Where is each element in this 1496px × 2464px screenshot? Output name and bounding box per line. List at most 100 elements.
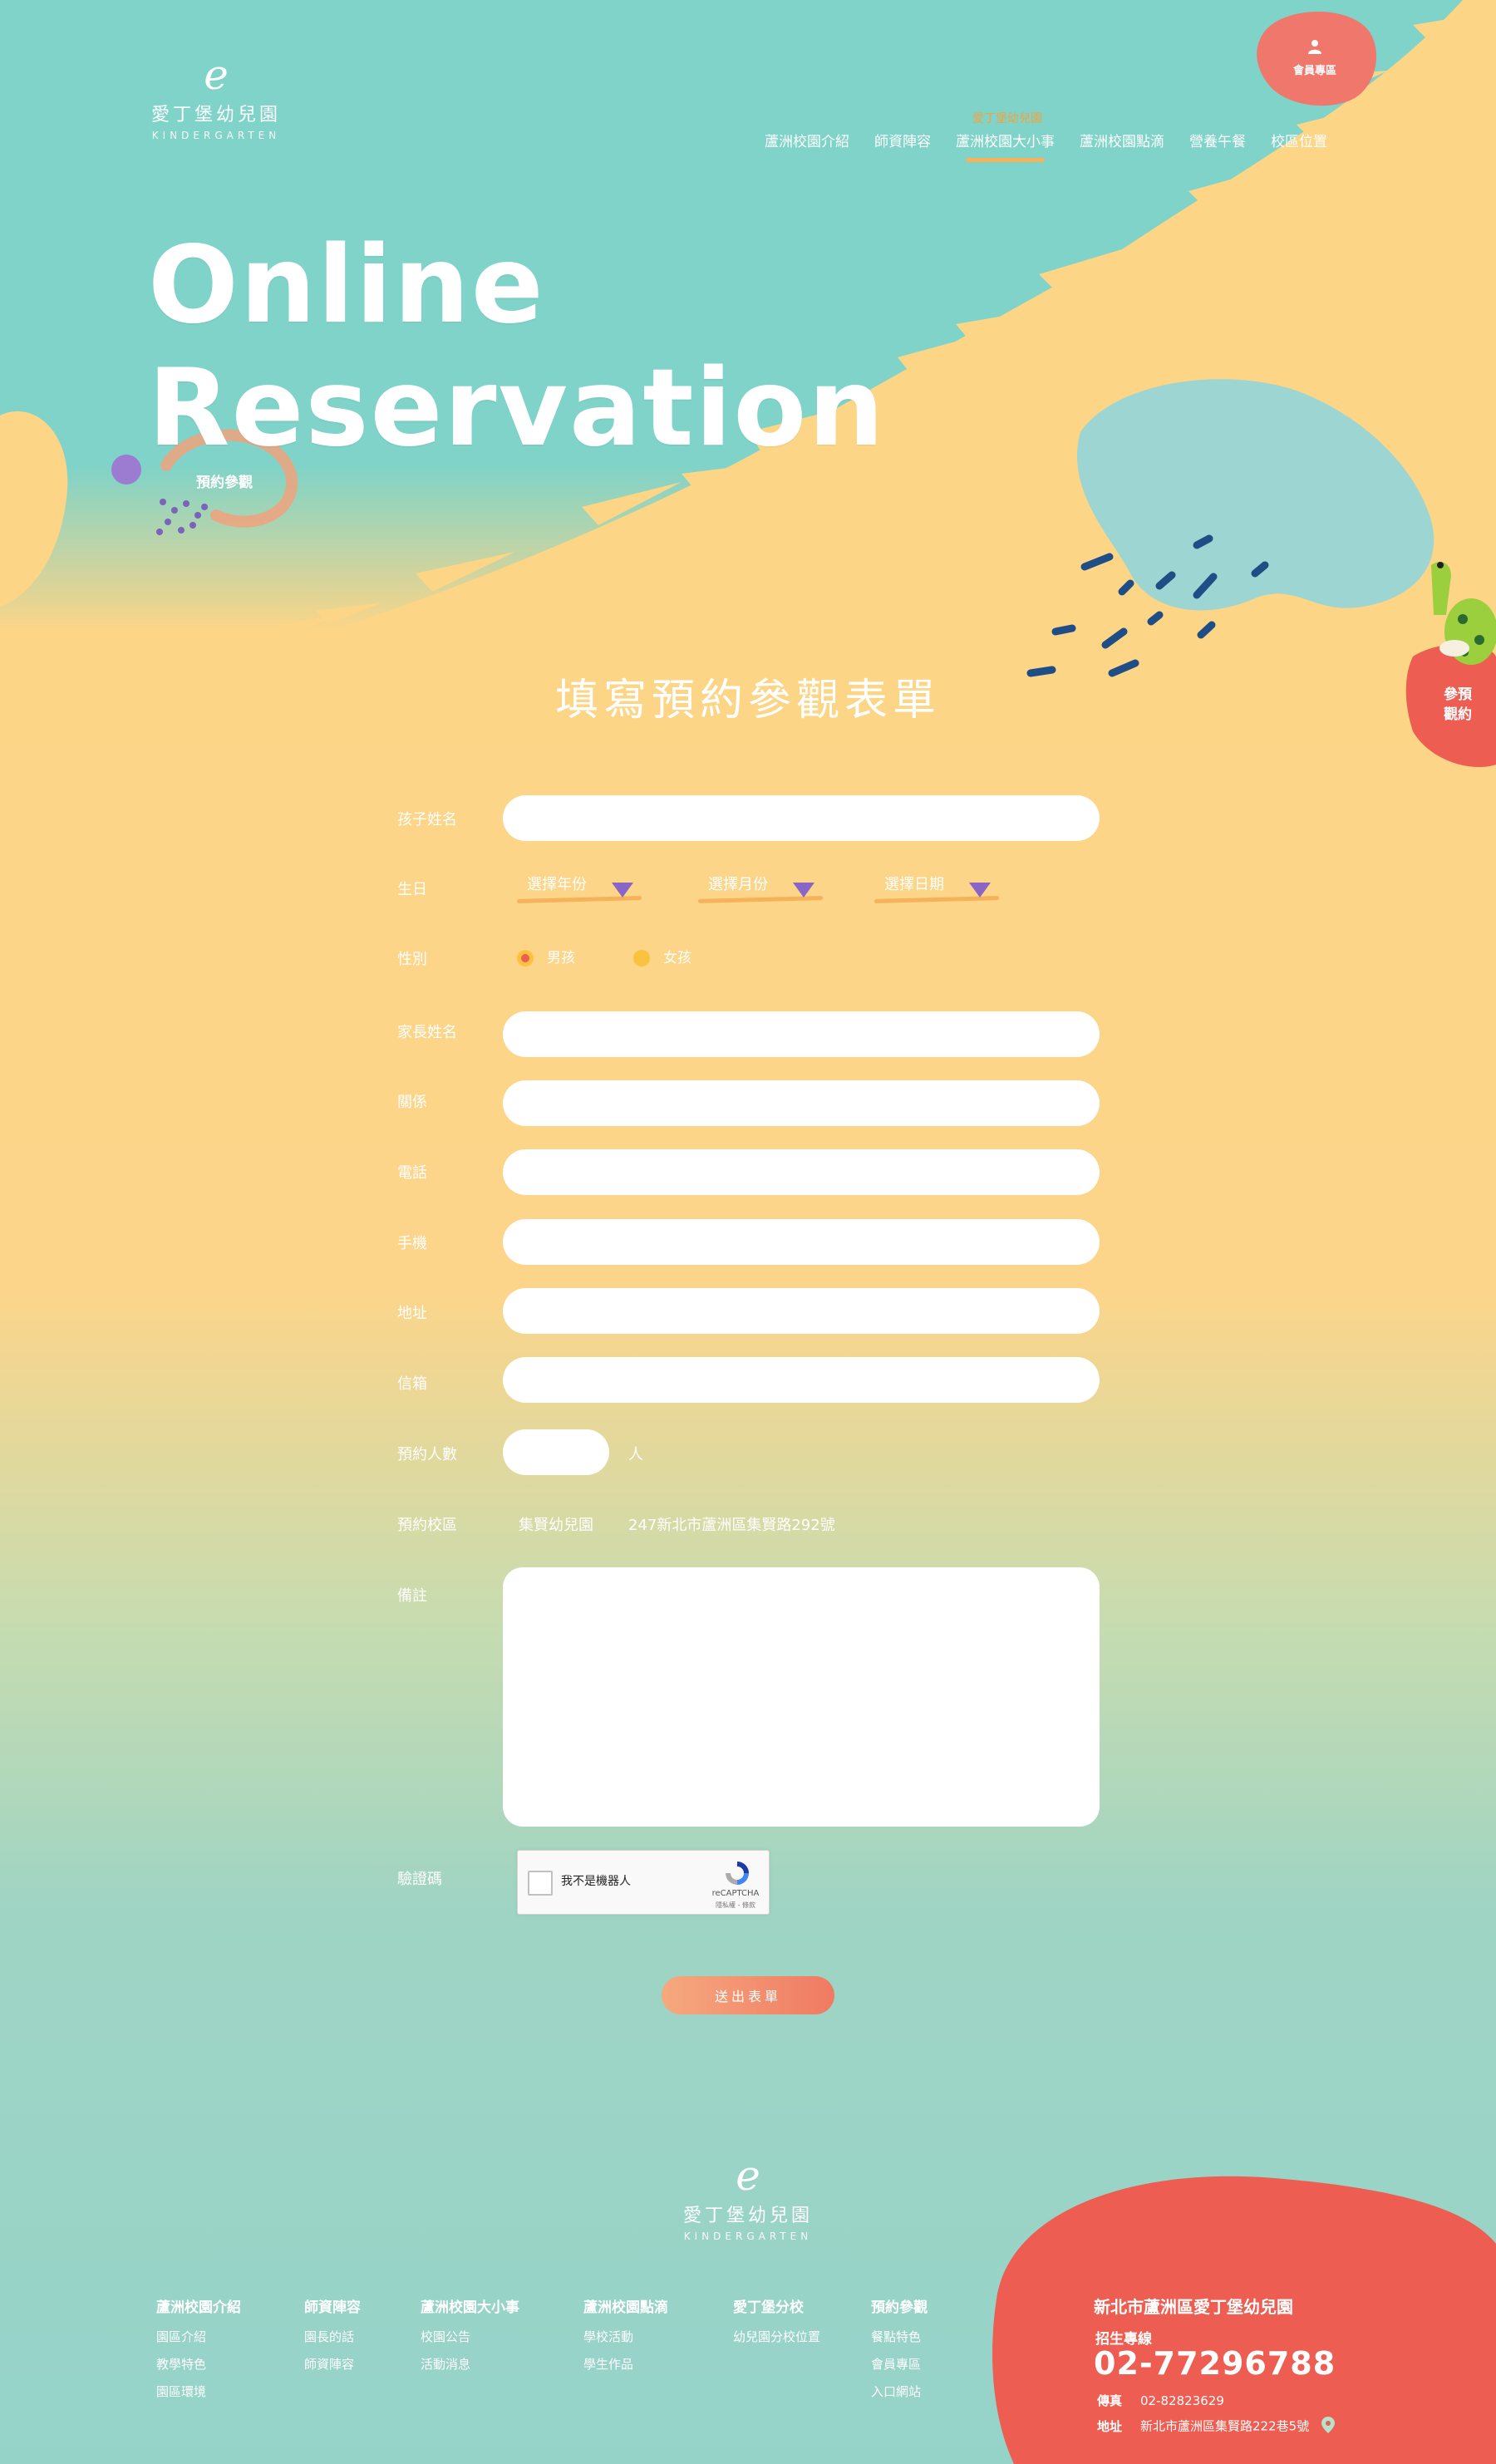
- footer-address-value: 新北市蘆洲區集賢路222巷5號: [1140, 2418, 1310, 2434]
- phone-label: 電話: [397, 1164, 427, 1182]
- birth-year-select[interactable]: 選擇年份: [516, 873, 642, 906]
- dropdown-arrow-icon: [793, 883, 814, 898]
- member-area-label: 會員專區: [1292, 65, 1336, 77]
- birth-year-value: 選擇年份: [527, 876, 587, 893]
- campus-name: 集賢幼兒園: [519, 1517, 593, 1534]
- footer-link[interactable]: 園區介紹: [156, 2328, 241, 2345]
- footer-logo-subtitle: KINDERGARTEN: [683, 2230, 813, 2242]
- mobile-input[interactable]: [503, 1219, 1100, 1265]
- form-title: 填寫預約參觀表單: [554, 676, 941, 725]
- birth-month-select[interactable]: 選擇月份: [697, 873, 824, 906]
- dropdown-arrow-icon: [969, 883, 991, 898]
- child-name-label: 孩子姓名: [397, 811, 457, 829]
- footer-link[interactable]: 教學特色: [156, 2355, 241, 2373]
- campus-label: 預約校區: [397, 1517, 457, 1534]
- logo-mark: e: [204, 51, 229, 99]
- footer-link[interactable]: 入口網站: [871, 2383, 928, 2400]
- radio-selected-icon: [517, 950, 534, 966]
- footer-col-teachers: 師資陣容 園長的話 師資陣容: [304, 2295, 361, 2383]
- footer-col-head[interactable]: 師資陣容: [304, 2295, 361, 2316]
- nav-item-campus-intro[interactable]: 蘆洲校園介紹: [765, 130, 849, 150]
- footer-col-campus-news: 蘆洲校園大小事 校園公告 活動消息: [421, 2295, 519, 2383]
- birthday-label: 生日: [397, 881, 427, 898]
- footer-col-head[interactable]: 蘆洲校園點滴: [583, 2295, 668, 2316]
- footer-link[interactable]: 學校活動: [583, 2328, 668, 2345]
- footer-address-label: 地址: [1097, 2418, 1123, 2434]
- count-input[interactable]: [503, 1429, 609, 1475]
- submit-button[interactable]: 送出表單: [662, 1976, 834, 2014]
- footer-logo-name: 愛丁堡幼兒園: [682, 2206, 813, 2226]
- footer-col-head[interactable]: 蘆洲校園大小事: [421, 2295, 519, 2316]
- parent-name-label: 家長姓名: [397, 1024, 457, 1041]
- hero-badge: 預約參觀: [196, 475, 253, 491]
- nav-item-campus-news[interactable]: 蘆洲校園大小事: [956, 130, 1055, 162]
- nav-item-teachers[interactable]: 師資陣容: [874, 130, 931, 150]
- radio-unselected-icon: [633, 950, 650, 966]
- recaptcha-checkbox[interactable]: [528, 1871, 553, 1896]
- birth-day-value: 選擇日期: [884, 876, 944, 893]
- footer-address: 地址 新北市蘆洲區集賢路222巷5號: [1097, 2417, 1335, 2437]
- location-pin-icon[interactable]: [1321, 2417, 1335, 2437]
- footer-link[interactable]: 校園公告: [421, 2328, 519, 2345]
- phone-input[interactable]: [503, 1149, 1100, 1195]
- address-label: 地址: [397, 1305, 427, 1322]
- main-nav: 蘆洲校園介紹 師資陣容 蘆洲校園大小事 蘆洲校園點滴 營養午餐 校區位置: [765, 130, 1327, 162]
- child-name-input[interactable]: [503, 795, 1100, 841]
- footer-col-reservation: 預約參觀 餐點特色 會員專區 入口網站: [871, 2295, 928, 2410]
- footer-contact-title: 新北市蘆洲區愛丁堡幼兒園: [1094, 2297, 1293, 2317]
- birth-day-select[interactable]: 選擇日期: [873, 873, 1000, 906]
- footer-logo-mark: e: [736, 2152, 760, 2200]
- dropdown-arrow-icon: [612, 883, 633, 898]
- footer-link[interactable]: 園區環境: [156, 2383, 241, 2400]
- recaptcha-brand: reCAPTCHA: [711, 1889, 760, 1898]
- nav-item-location[interactable]: 校區位置: [1271, 130, 1327, 150]
- gender-option-girl: 女孩: [663, 950, 691, 966]
- footer-link[interactable]: 園長的話: [304, 2328, 361, 2345]
- campus-address: 247新北市蘆洲區集賢路292號: [628, 1517, 835, 1534]
- gender-radio-boy[interactable]: 男孩: [517, 946, 575, 966]
- footer-logo[interactable]: e 愛丁堡幼兒園 KINDERGARTEN: [673, 2152, 823, 2242]
- parent-name-input[interactable]: [503, 1011, 1100, 1057]
- address-input[interactable]: [503, 1288, 1100, 1334]
- footer-fax-label: 傳真: [1097, 2393, 1123, 2408]
- email-input[interactable]: [503, 1357, 1100, 1403]
- footer-fax: 傳真 02-82823629: [1097, 2392, 1224, 2409]
- birth-month-value: 選擇月份: [708, 876, 768, 893]
- footer-link[interactable]: 師資陣容: [304, 2355, 361, 2373]
- footer-link[interactable]: 學生作品: [583, 2355, 668, 2373]
- site-logo[interactable]: e 愛丁堡幼兒園 KINDERGARTEN: [141, 52, 291, 141]
- recaptcha-label: 我不是機器人: [561, 1875, 631, 1888]
- nav-item-campus-moments[interactable]: 蘆洲校園點滴: [1080, 130, 1164, 150]
- footer-phone[interactable]: 02-77296788: [1094, 2345, 1336, 2382]
- member-area-button[interactable]: 會員專區: [1257, 15, 1373, 105]
- logo-subtitle: KINDERGARTEN: [151, 130, 281, 141]
- footer-col-head[interactable]: 蘆洲校園介紹: [156, 2295, 241, 2316]
- mobile-label: 手機: [397, 1235, 427, 1252]
- relation-input[interactable]: [503, 1080, 1100, 1126]
- notes-label: 備註: [397, 1587, 427, 1605]
- footer-link[interactable]: 會員專區: [871, 2355, 928, 2373]
- nav-hover-tip: 愛丁堡幼兒園: [972, 112, 1042, 125]
- relation-label: 關係: [397, 1094, 427, 1111]
- captcha-label: 驗證碼: [397, 1871, 442, 1888]
- footer-col-head[interactable]: 預約參觀: [871, 2295, 928, 2316]
- logo-name: 愛丁堡幼兒園: [150, 105, 281, 125]
- user-icon: [1307, 38, 1323, 59]
- hero-title-line2: Reservation: [148, 347, 886, 470]
- footer-link[interactable]: 餐點特色: [871, 2328, 928, 2345]
- email-label: 信箱: [397, 1375, 427, 1393]
- recaptcha-terms-link[interactable]: 隱私權 - 條款: [706, 1901, 765, 1910]
- footer-link[interactable]: 幼兒園分校位置: [733, 2328, 820, 2345]
- gender-radio-girl[interactable]: 女孩: [633, 946, 691, 966]
- hero-title-line1: Online: [148, 224, 545, 347]
- footer-col-campus-intro: 蘆洲校園介紹 園區介紹 教學特色 園區環境: [156, 2295, 241, 2410]
- count-unit: 人: [628, 1446, 643, 1463]
- footer-col-head[interactable]: 愛丁堡分校: [733, 2295, 820, 2316]
- recaptcha-logo-icon: [721, 1859, 754, 1887]
- footer-col-campus-moments: 蘆洲校園點滴 學校活動 學生作品: [583, 2295, 668, 2383]
- footer-link[interactable]: 活動消息: [421, 2355, 519, 2373]
- count-label: 預約人數: [397, 1446, 457, 1463]
- notes-textarea[interactable]: [503, 1567, 1100, 1827]
- gender-option-boy: 男孩: [547, 950, 575, 966]
- nav-item-lunch[interactable]: 營養午餐: [1189, 130, 1246, 150]
